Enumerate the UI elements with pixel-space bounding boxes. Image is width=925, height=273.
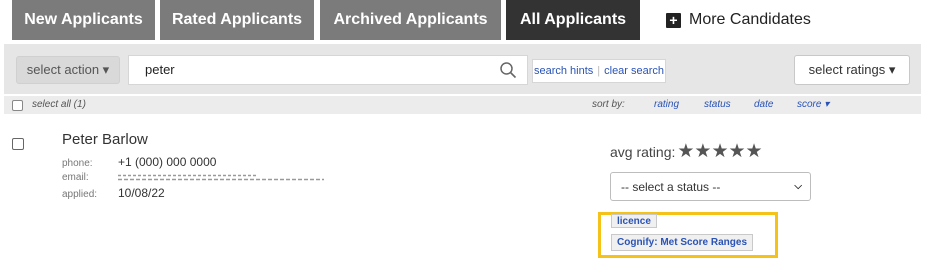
tab-archived-applicants[interactable]: Archived Applicants <box>320 0 501 40</box>
phone-value: +1 (000) 000 0000 <box>118 155 217 169</box>
tag-licence[interactable]: licence <box>611 214 657 228</box>
search-hints-box: search hints | clear search <box>532 59 666 83</box>
sort-score-link[interactable]: score ▾ <box>797 99 829 110</box>
search-input[interactable] <box>145 56 485 84</box>
tab-all-applicants[interactable]: All Applicants <box>506 0 640 40</box>
select-ratings-dropdown[interactable]: select ratings ▾ <box>794 55 910 85</box>
applied-value: 10/08/22 <box>118 186 165 200</box>
select-all-label: select all (1) <box>32 99 86 110</box>
rating-stars[interactable]: ★★★★★ <box>677 140 762 163</box>
applicant-tabs: New Applicants Rated Applicants Archived… <box>0 0 925 40</box>
select-action-dropdown[interactable]: select action ▾ <box>16 56 120 84</box>
chevron-down-icon: ⌵ <box>794 181 802 192</box>
phone-label: phone: <box>62 158 93 169</box>
email-redacted <box>118 174 324 181</box>
status-select[interactable]: -- select a status -- ⌵ <box>610 172 811 201</box>
avg-rating: avg rating: ★★★★★ <box>610 140 763 163</box>
search-toolbar: select action ▾ search hints | clear sea… <box>4 44 921 94</box>
select-all-checkbox[interactable] <box>12 100 23 111</box>
search-box <box>128 55 528 85</box>
avg-rating-label: avg rating: <box>610 143 676 160</box>
sort-bar: select all (1) sort by: rating status da… <box>4 96 921 114</box>
tag-cognify-score[interactable]: Cognify: Met Score Ranges <box>611 234 754 251</box>
more-candidates-link[interactable]: + More Candidates <box>666 0 811 40</box>
tab-rated-applicants[interactable]: Rated Applicants <box>160 0 314 40</box>
separator: | <box>597 65 601 77</box>
clear-search-link[interactable]: clear search <box>604 65 664 77</box>
applicant-name[interactable]: Peter Barlow <box>62 131 148 148</box>
more-candidates-label: More Candidates <box>689 11 811 28</box>
tab-new-applicants[interactable]: New Applicants <box>12 0 155 40</box>
status-select-value: -- select a status -- <box>621 179 721 194</box>
applied-label: applied: <box>62 189 98 200</box>
sort-status-link[interactable]: status <box>704 99 731 110</box>
email-label: email: <box>62 172 89 183</box>
applicant-checkbox[interactable] <box>12 138 24 150</box>
plus-box-icon: + <box>666 12 681 28</box>
sort-date-link[interactable]: date <box>754 99 773 110</box>
search-hints-link[interactable]: search hints <box>534 65 593 77</box>
sort-rating-link[interactable]: rating <box>654 99 679 110</box>
sort-by-label: sort by: <box>592 99 625 110</box>
search-icon[interactable] <box>499 61 517 79</box>
